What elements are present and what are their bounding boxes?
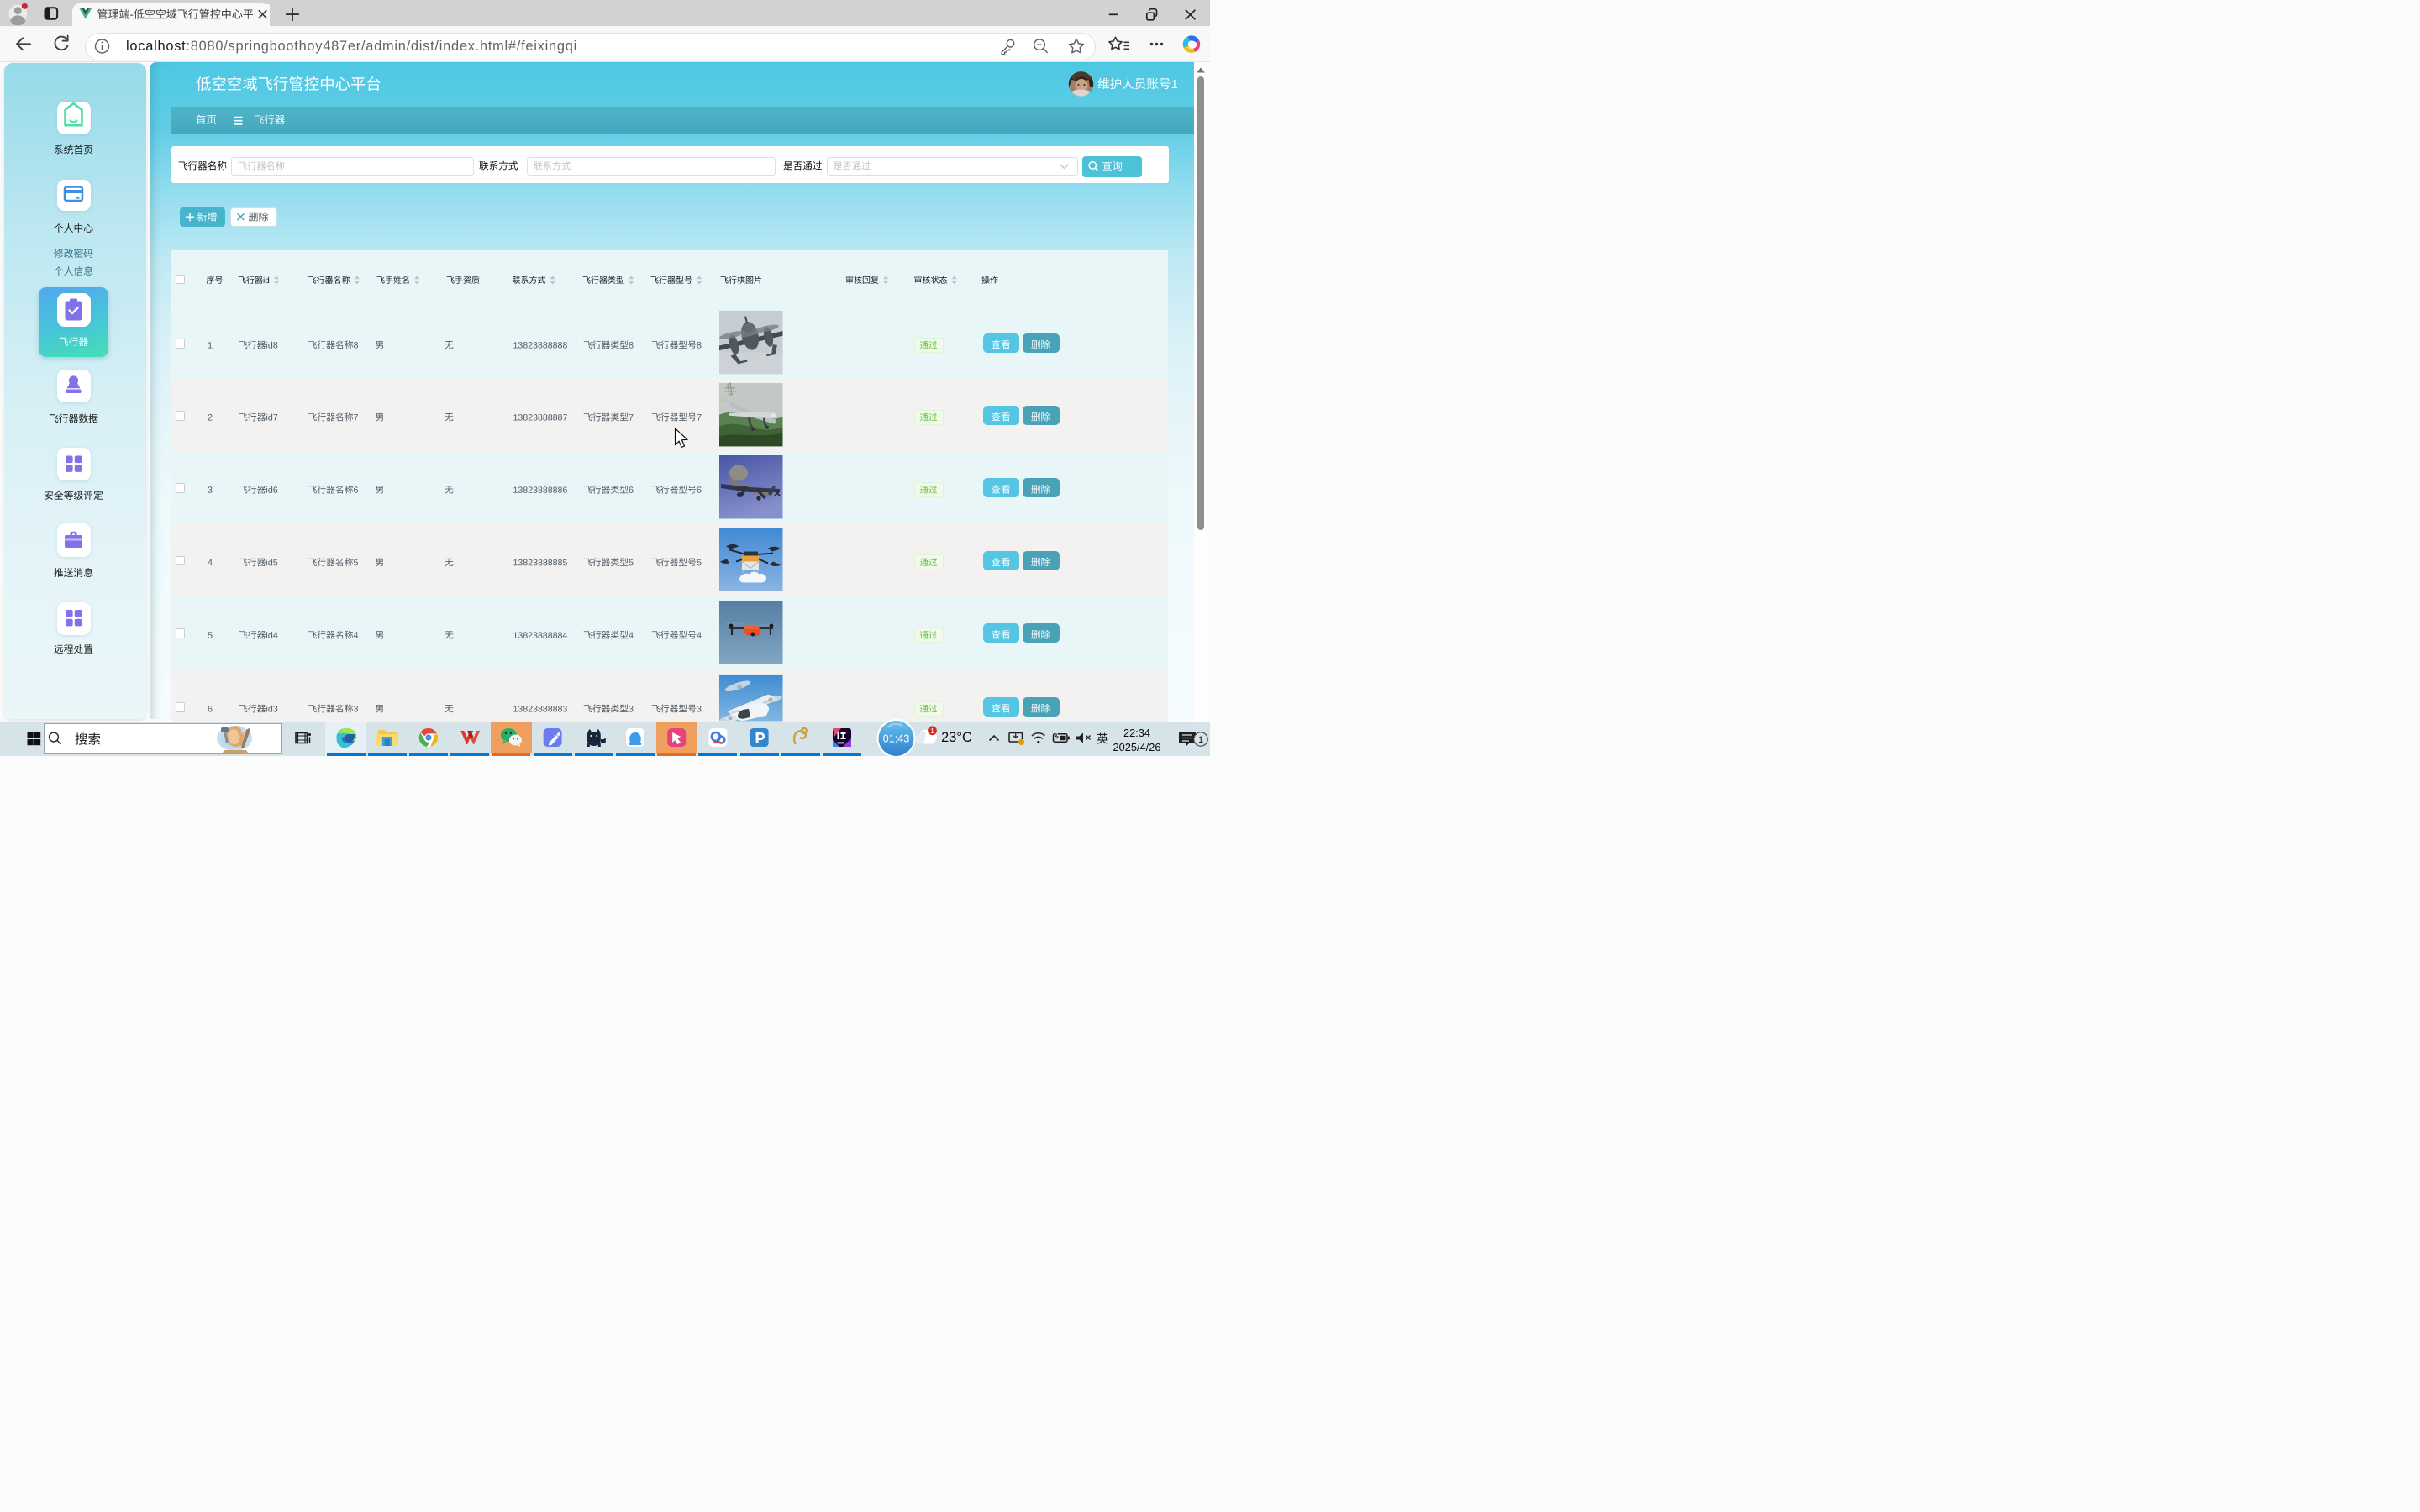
- svg-text:1: 1: [1198, 735, 1203, 745]
- svg-text:01:43: 01:43: [883, 733, 910, 745]
- svg-text:1: 1: [930, 727, 934, 735]
